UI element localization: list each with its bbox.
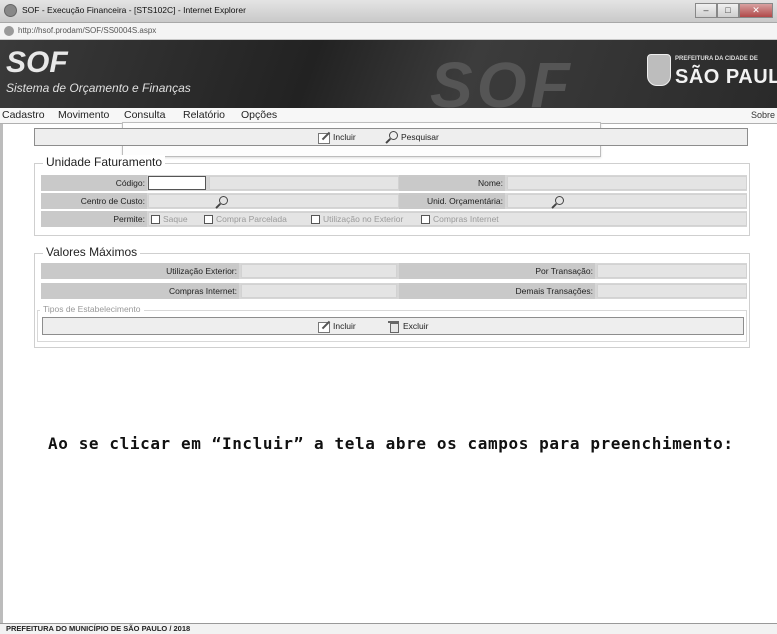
tipos-incluir-label: Incluir: [333, 321, 356, 331]
unid-orc-field[interactable]: [507, 194, 747, 208]
codigo-input[interactable]: [148, 176, 206, 190]
por-transacao-field[interactable]: [597, 264, 747, 278]
demais-label: Demais Transações:: [399, 283, 595, 299]
edit-icon: [317, 320, 330, 333]
saque-checkbox[interactable]: Saque: [151, 214, 188, 224]
city-crest-icon: [647, 54, 671, 86]
app-header: SOF SOF Sistema de Orçamento e Finanças …: [0, 40, 777, 108]
compra-parcelada-checkbox[interactable]: Compra Parcelada: [204, 214, 287, 224]
incluir-button[interactable]: Incluir: [317, 131, 356, 144]
util-ext-label: Utilização Exterior:: [41, 263, 239, 279]
app-logo-text: SOF: [6, 46, 68, 79]
menu-cadastro[interactable]: Cadastro: [2, 109, 45, 121]
tipos-legend: Tipos de Estabelecimento: [40, 304, 144, 314]
main-toolbar: Incluir Pesquisar: [34, 128, 748, 146]
header-watermark: SOF: [430, 49, 574, 108]
footer: PREFEITURA DO MUNICÍPIO DE SÃO PAULO / 2…: [0, 623, 777, 634]
menu-opcoes[interactable]: Opções: [241, 109, 277, 121]
delete-icon: [387, 320, 400, 333]
codigo-filler: [209, 176, 399, 190]
nome-field[interactable]: [507, 176, 747, 190]
tipos-incluir-button[interactable]: Incluir: [317, 320, 356, 333]
row-permite: Permite: Saque Compra Parcelada Utilizaç…: [41, 211, 747, 227]
row-util-ext: Utilização Exterior: Por Transação:: [41, 263, 747, 279]
edit-icon: [317, 131, 330, 144]
close-button[interactable]: ✕: [739, 3, 773, 18]
util-ext-field[interactable]: [241, 264, 397, 278]
ie-icon: [4, 4, 17, 17]
compras-internet-checkbox[interactable]: Compras Internet: [421, 214, 499, 224]
valores-fieldset: Valores Máximos Utilização Exterior: Por…: [34, 245, 750, 348]
minimize-button[interactable]: –: [695, 3, 717, 18]
left-border: [0, 124, 3, 624]
search-icon: [385, 131, 398, 143]
incluir-label: Incluir: [333, 132, 356, 142]
row-compras-int: Compras Internet: Demais Transações:: [41, 283, 747, 299]
row-codigo-nome: Código: Nome:: [41, 175, 747, 191]
centro-label: Centro de Custo:: [41, 193, 147, 209]
demais-field[interactable]: [597, 284, 747, 298]
logo-small-text: PREFEITURA DA CIDADE DE: [675, 56, 758, 62]
pesquisar-button[interactable]: Pesquisar: [385, 131, 439, 143]
unidade-legend: Unidade Faturamento: [43, 155, 166, 169]
app-subtitle: Sistema de Orçamento e Finanças: [6, 81, 191, 95]
unid-orc-label: Unid. Orçamentária:: [399, 193, 505, 209]
tipos-fieldset: Tipos de Estabelecimento Incluir Excluir: [37, 304, 747, 342]
address-url[interactable]: http://hsof.prodam/SOF/SS0004S.aspx: [18, 26, 156, 35]
unidade-fieldset: Unidade Faturamento Código: Nome: Centro…: [34, 155, 750, 236]
menu-relatorio[interactable]: Relatório: [183, 109, 225, 121]
window-titlebar: SOF - Execução Financeira - [STS102C] - …: [0, 0, 777, 23]
window-title: SOF - Execução Financeira - [STS102C] - …: [22, 5, 246, 15]
footer-text: PREFEITURA DO MUNICÍPIO DE SÃO PAULO / 2…: [6, 624, 191, 633]
window-controls: – □ ✕: [695, 3, 773, 18]
codigo-label: Código:: [41, 175, 147, 191]
instruction-note: Ao se clicar em “Incluir” a tela abre os…: [48, 434, 734, 453]
menu-movimento[interactable]: Movimento: [58, 109, 109, 121]
permite-label: Permite:: [41, 211, 147, 227]
nome-label: Nome:: [399, 175, 505, 191]
tipos-excluir-button[interactable]: Excluir: [387, 320, 429, 333]
valores-legend: Valores Máximos: [43, 245, 141, 259]
tipos-toolbar: Incluir Excluir: [42, 317, 744, 335]
row-centro-unid: Centro de Custo: Unid. Orçamentária:: [41, 193, 747, 209]
tipos-excluir-label: Excluir: [403, 321, 429, 331]
maximize-button[interactable]: □: [717, 3, 739, 18]
menu-consulta[interactable]: Consulta: [124, 109, 165, 121]
menu-sobre[interactable]: Sobre: [751, 110, 775, 120]
utilizacao-exterior-checkbox[interactable]: Utilização no Exterior: [311, 214, 403, 224]
compras-int-label: Compras Internet:: [41, 283, 239, 299]
logo-big-text: SÃO PAULO: [675, 66, 777, 88]
compras-int-field[interactable]: [241, 284, 397, 298]
prefeitura-logo: PREFEITURA DA CIDADE DE SÃO PAULO: [647, 50, 777, 96]
centro-field[interactable]: [148, 194, 399, 208]
pesquisar-label: Pesquisar: [401, 132, 439, 142]
page-icon: [4, 26, 14, 36]
address-bar: http://hsof.prodam/SOF/SS0004S.aspx: [0, 23, 777, 40]
por-transacao-label: Por Transação:: [399, 263, 595, 279]
